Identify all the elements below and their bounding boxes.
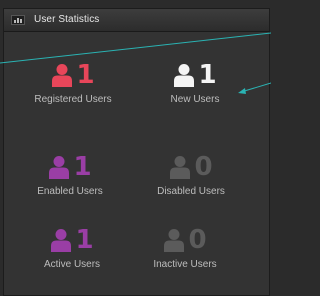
stat-active-users[interactable]: 1 Active Users — [12, 226, 132, 270]
registered-users-label: Registered Users — [34, 94, 112, 105]
new-users-label: New Users — [170, 94, 220, 105]
enabled-users-label: Enabled Users — [37, 186, 103, 197]
chart-icon — [11, 15, 25, 25]
stat-new-users[interactable]: 1 New Users — [135, 61, 255, 105]
enabled-users-count: 1 — [73, 152, 92, 182]
new-users-count: 1 — [198, 60, 217, 90]
user-icon — [164, 229, 185, 252]
user-icon — [49, 156, 70, 179]
disabled-users-label: Disabled Users — [157, 186, 225, 197]
user-icon — [51, 229, 72, 252]
inactive-users-label: Inactive Users — [153, 259, 217, 270]
active-users-count: 1 — [75, 225, 94, 255]
panel-title: User Statistics — [34, 14, 100, 25]
panel-header: User Statistics — [4, 9, 269, 32]
user-icon — [174, 64, 195, 87]
active-users-label: Active Users — [43, 259, 101, 270]
stat-enabled-users[interactable]: 1 Enabled Users — [10, 153, 130, 197]
stat-registered-users[interactable]: 1 Registered Users — [13, 61, 133, 105]
stat-disabled-users[interactable]: 0 Disabled Users — [131, 153, 251, 197]
stat-inactive-users[interactable]: 0 Inactive Users — [125, 226, 245, 270]
user-icon — [170, 156, 191, 179]
registered-users-count: 1 — [76, 60, 95, 90]
inactive-users-count: 0 — [188, 225, 207, 255]
disabled-users-count: 0 — [194, 152, 213, 182]
user-icon — [52, 64, 73, 87]
